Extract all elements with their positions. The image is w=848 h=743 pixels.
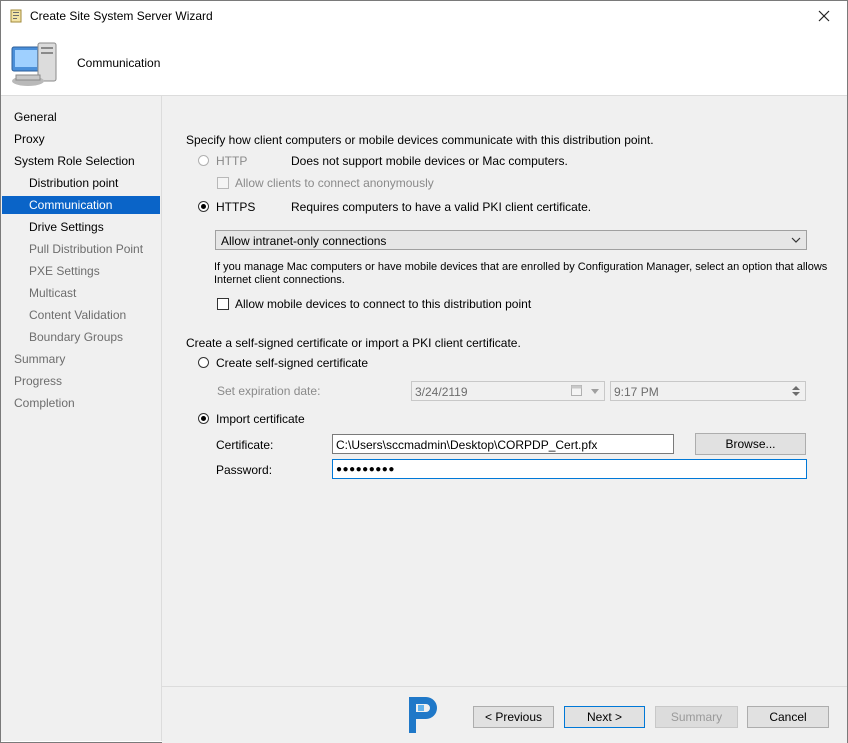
summary-button[interactable]: Summary xyxy=(655,706,738,728)
sidebar-item-communication[interactable]: Communication xyxy=(2,196,160,214)
expiration-time-value: 9:17 PM xyxy=(614,385,659,399)
self-signed-label: Create self-signed certificate xyxy=(216,356,369,370)
page-title: Communication xyxy=(77,56,161,70)
sidebar-item-drive-settings[interactable]: Drive Settings xyxy=(2,218,160,236)
import-certificate-radio[interactable] xyxy=(198,413,209,424)
certificate-path-input[interactable]: C:\Users\sccmadmin\Desktop\CORPDP_Cert.p… xyxy=(332,434,674,454)
wizard-footer: < Previous Next > Summary Cancel xyxy=(162,686,847,743)
main-content: Specify how client computers or mobile d… xyxy=(162,96,847,686)
password-input[interactable]: ●●●●●●●●● xyxy=(332,459,807,479)
sidebar-item-general[interactable]: General xyxy=(2,108,160,126)
sidebar-item-completion[interactable]: Completion xyxy=(2,394,160,412)
spinner-icon xyxy=(792,386,800,396)
mobile-devices-checkbox[interactable] xyxy=(217,298,229,310)
sidebar-item-pull-distribution-point[interactable]: Pull Distribution Point xyxy=(2,240,160,258)
password-value: ●●●●●●●●● xyxy=(336,464,395,475)
sidebar-item-summary[interactable]: Summary xyxy=(2,350,160,368)
import-certificate-label: Import certificate xyxy=(216,412,305,426)
http-description: Does not support mobile devices or Mac c… xyxy=(291,154,568,168)
connection-type-value: Allow intranet-only connections xyxy=(221,234,387,248)
sidebar-item-content-validation[interactable]: Content Validation xyxy=(2,306,160,324)
expiration-date-picker[interactable]: 3/24/2119 xyxy=(411,381,605,401)
wizard-window: Create Site System Server Wizard Communi… xyxy=(0,0,848,743)
next-button[interactable]: Next > xyxy=(564,706,645,728)
certificate-label: Certificate: xyxy=(216,438,274,452)
https-description: Requires computers to have a valid PKI c… xyxy=(291,200,592,214)
https-label: HTTPS xyxy=(216,200,256,214)
expiration-time-picker[interactable]: 9:17 PM xyxy=(610,381,806,401)
connection-type-select[interactable]: Allow intranet-only connections xyxy=(215,230,807,250)
http-label: HTTP xyxy=(216,154,248,168)
certificate-path-value: C:\Users\sccmadmin\Desktop\CORPDP_Cert.p… xyxy=(336,438,598,452)
expiration-date-value: 3/24/2119 xyxy=(415,385,468,399)
window-title: Create Site System Server Wizard xyxy=(30,9,213,23)
expiration-date-label: Set expiration date: xyxy=(217,384,321,398)
password-label: Password: xyxy=(216,463,273,477)
sidebar-item-progress[interactable]: Progress xyxy=(2,372,160,390)
wizard-app-icon xyxy=(10,9,22,23)
mobile-devices-checkbox-label: Allow mobile devices to connect to this … xyxy=(235,297,532,311)
cancel-button[interactable]: Cancel xyxy=(747,706,829,728)
sidebar-item-system-role-selection[interactable]: System Role Selection xyxy=(2,152,160,170)
https-radio[interactable] xyxy=(198,201,209,212)
previous-button[interactable]: < Previous xyxy=(473,706,554,728)
dropdown-arrow-icon xyxy=(791,237,801,243)
mac-note-line1: If you manage Mac computers or have mobi… xyxy=(214,261,828,273)
http-radio[interactable] xyxy=(198,155,209,166)
sidebar-item-pxe-settings[interactable]: PXE Settings xyxy=(2,262,160,280)
intro-text: Specify how client computers or mobile d… xyxy=(186,133,654,147)
certificate-intro-text: Create a self-signed certificate or impo… xyxy=(186,336,521,350)
title-bar: Create Site System Server Wizard xyxy=(1,1,847,31)
calendar-icon xyxy=(571,385,582,396)
self-signed-radio[interactable] xyxy=(198,357,209,368)
sidebar-item-distribution-point[interactable]: Distribution point xyxy=(2,174,160,192)
mac-note-line2: Internet client connections. xyxy=(214,274,345,286)
anonymous-checkbox[interactable] xyxy=(217,177,229,189)
anonymous-checkbox-label: Allow clients to connect anonymously xyxy=(235,176,434,190)
sidebar-item-boundary-groups[interactable]: Boundary Groups xyxy=(2,328,160,346)
wizard-header: Communication xyxy=(1,31,847,96)
computer-icon xyxy=(11,42,57,86)
browse-button[interactable]: Browse... xyxy=(695,433,806,455)
close-button[interactable] xyxy=(801,1,847,31)
brand-logo-icon xyxy=(409,697,437,733)
date-dropdown-arrow-icon xyxy=(591,389,599,394)
close-icon xyxy=(818,10,830,22)
sidebar-item-multicast[interactable]: Multicast xyxy=(2,284,160,302)
sidebar-item-proxy[interactable]: Proxy xyxy=(2,130,160,148)
wizard-steps-sidebar: General Proxy System Role Selection Dist… xyxy=(1,96,162,741)
